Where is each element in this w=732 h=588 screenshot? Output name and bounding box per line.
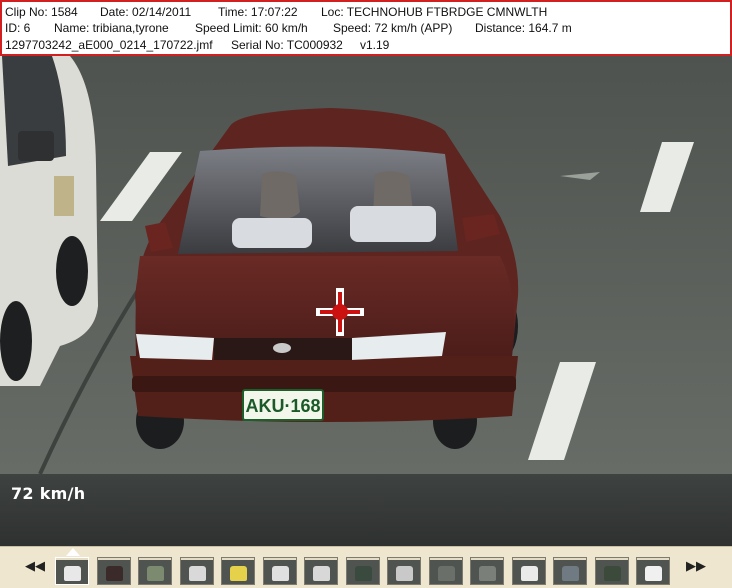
thumbnail-caption <box>471 558 503 560</box>
filmstrip-thumbnail[interactable] <box>636 557 670 585</box>
filmstrip-thumbnail[interactable] <box>346 557 380 585</box>
thumbnail-caption <box>264 558 296 560</box>
filmstrip-thumbnail[interactable] <box>429 557 463 585</box>
thumbnail-caption <box>98 558 130 560</box>
speed-strip: 72 km/h <box>0 474 732 546</box>
filmstrip-thumbnail[interactable] <box>263 557 297 585</box>
thumbnail-vehicle <box>479 566 496 581</box>
device-id: ID: 6 <box>5 21 31 35</box>
crosshair-icon <box>316 288 364 336</box>
location: Loc: TECHNOHUB FTBRDGE CMNWLTH <box>321 5 548 19</box>
capture-time: Time: 17:07:22 <box>218 5 298 19</box>
thumbnail-caption <box>305 558 337 560</box>
thumbnail-caption <box>430 558 462 560</box>
file-name: 1297703242_aE000_0214_170722.jmf <box>5 38 213 52</box>
filmstrip-thumbnail[interactable] <box>97 557 131 585</box>
thumbnail-caption <box>181 558 213 560</box>
thumbnail-vehicle <box>147 566 164 581</box>
filmstrip-thumbnail[interactable] <box>553 557 587 585</box>
thumbnail-caption <box>637 558 669 560</box>
captured-image[interactable]: AKU·168 <box>0 56 732 474</box>
speed-overlay: 72 km/h <box>11 484 86 503</box>
thumbnail-vehicle <box>521 566 538 581</box>
thumbnail-vehicle <box>396 566 413 581</box>
capture-date: Date: 02/14/2011 <box>100 5 192 19</box>
filmstrip-thumbnail[interactable] <box>387 557 421 585</box>
software-version: v1.19 <box>360 38 390 52</box>
road-scene: AKU·168 <box>0 56 732 474</box>
info-panel: Clip No: 1584 Date: 02/14/2011 Time: 17:… <box>0 0 732 56</box>
filmstrip-thumbnail[interactable] <box>138 557 172 585</box>
filmstrip: ◀◀ ▶▶ <box>0 546 732 588</box>
thumbnail-vehicle <box>64 566 81 581</box>
plate-number: AKU·168 <box>245 396 320 416</box>
thumbnail-caption <box>56 558 88 560</box>
filmstrip-thumbnail[interactable] <box>595 557 629 585</box>
left-headlight <box>136 334 214 360</box>
distance: Distance: 164.7 m <box>475 21 572 35</box>
thumbnail-caption <box>513 558 545 560</box>
filmstrip-thumbnail[interactable] <box>55 557 89 585</box>
thumbnail-vehicle <box>272 566 289 581</box>
speed-limit: Speed Limit: 60 km/h <box>195 21 308 35</box>
thumbnail-vehicle <box>230 566 247 581</box>
clip-number: Clip No: 1584 <box>5 5 78 19</box>
next-clips-button[interactable]: ▶▶ <box>681 557 711 577</box>
operator-name: Name: tribiana,tyrone <box>54 21 169 35</box>
filmstrip-thumbnail[interactable] <box>221 557 255 585</box>
thumbnail-vehicle <box>106 566 123 581</box>
measured-speed: Speed: 72 km/h (APP) <box>333 21 453 35</box>
previous-clips-button[interactable]: ◀◀ <box>20 557 50 577</box>
thumbnail-vehicle <box>189 566 206 581</box>
filmstrip-thumbnail[interactable] <box>180 557 214 585</box>
selected-marker-icon <box>66 548 80 556</box>
thumbnail-caption <box>139 558 171 560</box>
thumbnail-vehicle <box>355 566 372 581</box>
thumbnail-vehicle <box>645 566 662 581</box>
thumbnail-caption <box>554 558 586 560</box>
filmstrip-thumbnail[interactable] <box>304 557 338 585</box>
filmstrip-thumbnail[interactable] <box>512 557 546 585</box>
serial-number: Serial No: TC000932 <box>231 38 343 52</box>
thumbnail-caption <box>596 558 628 560</box>
thumbnail-vehicle <box>604 566 621 581</box>
thumbnail-caption <box>347 558 379 560</box>
thumbnail-vehicle <box>313 566 330 581</box>
license-plate: AKU·168 <box>242 389 324 421</box>
filmstrip-thumbnail[interactable] <box>470 557 504 585</box>
thumbnail-caption <box>222 558 254 560</box>
thumbnail-vehicle <box>562 566 579 581</box>
thumbnail-caption <box>388 558 420 560</box>
thumbnail-vehicle <box>438 566 455 581</box>
